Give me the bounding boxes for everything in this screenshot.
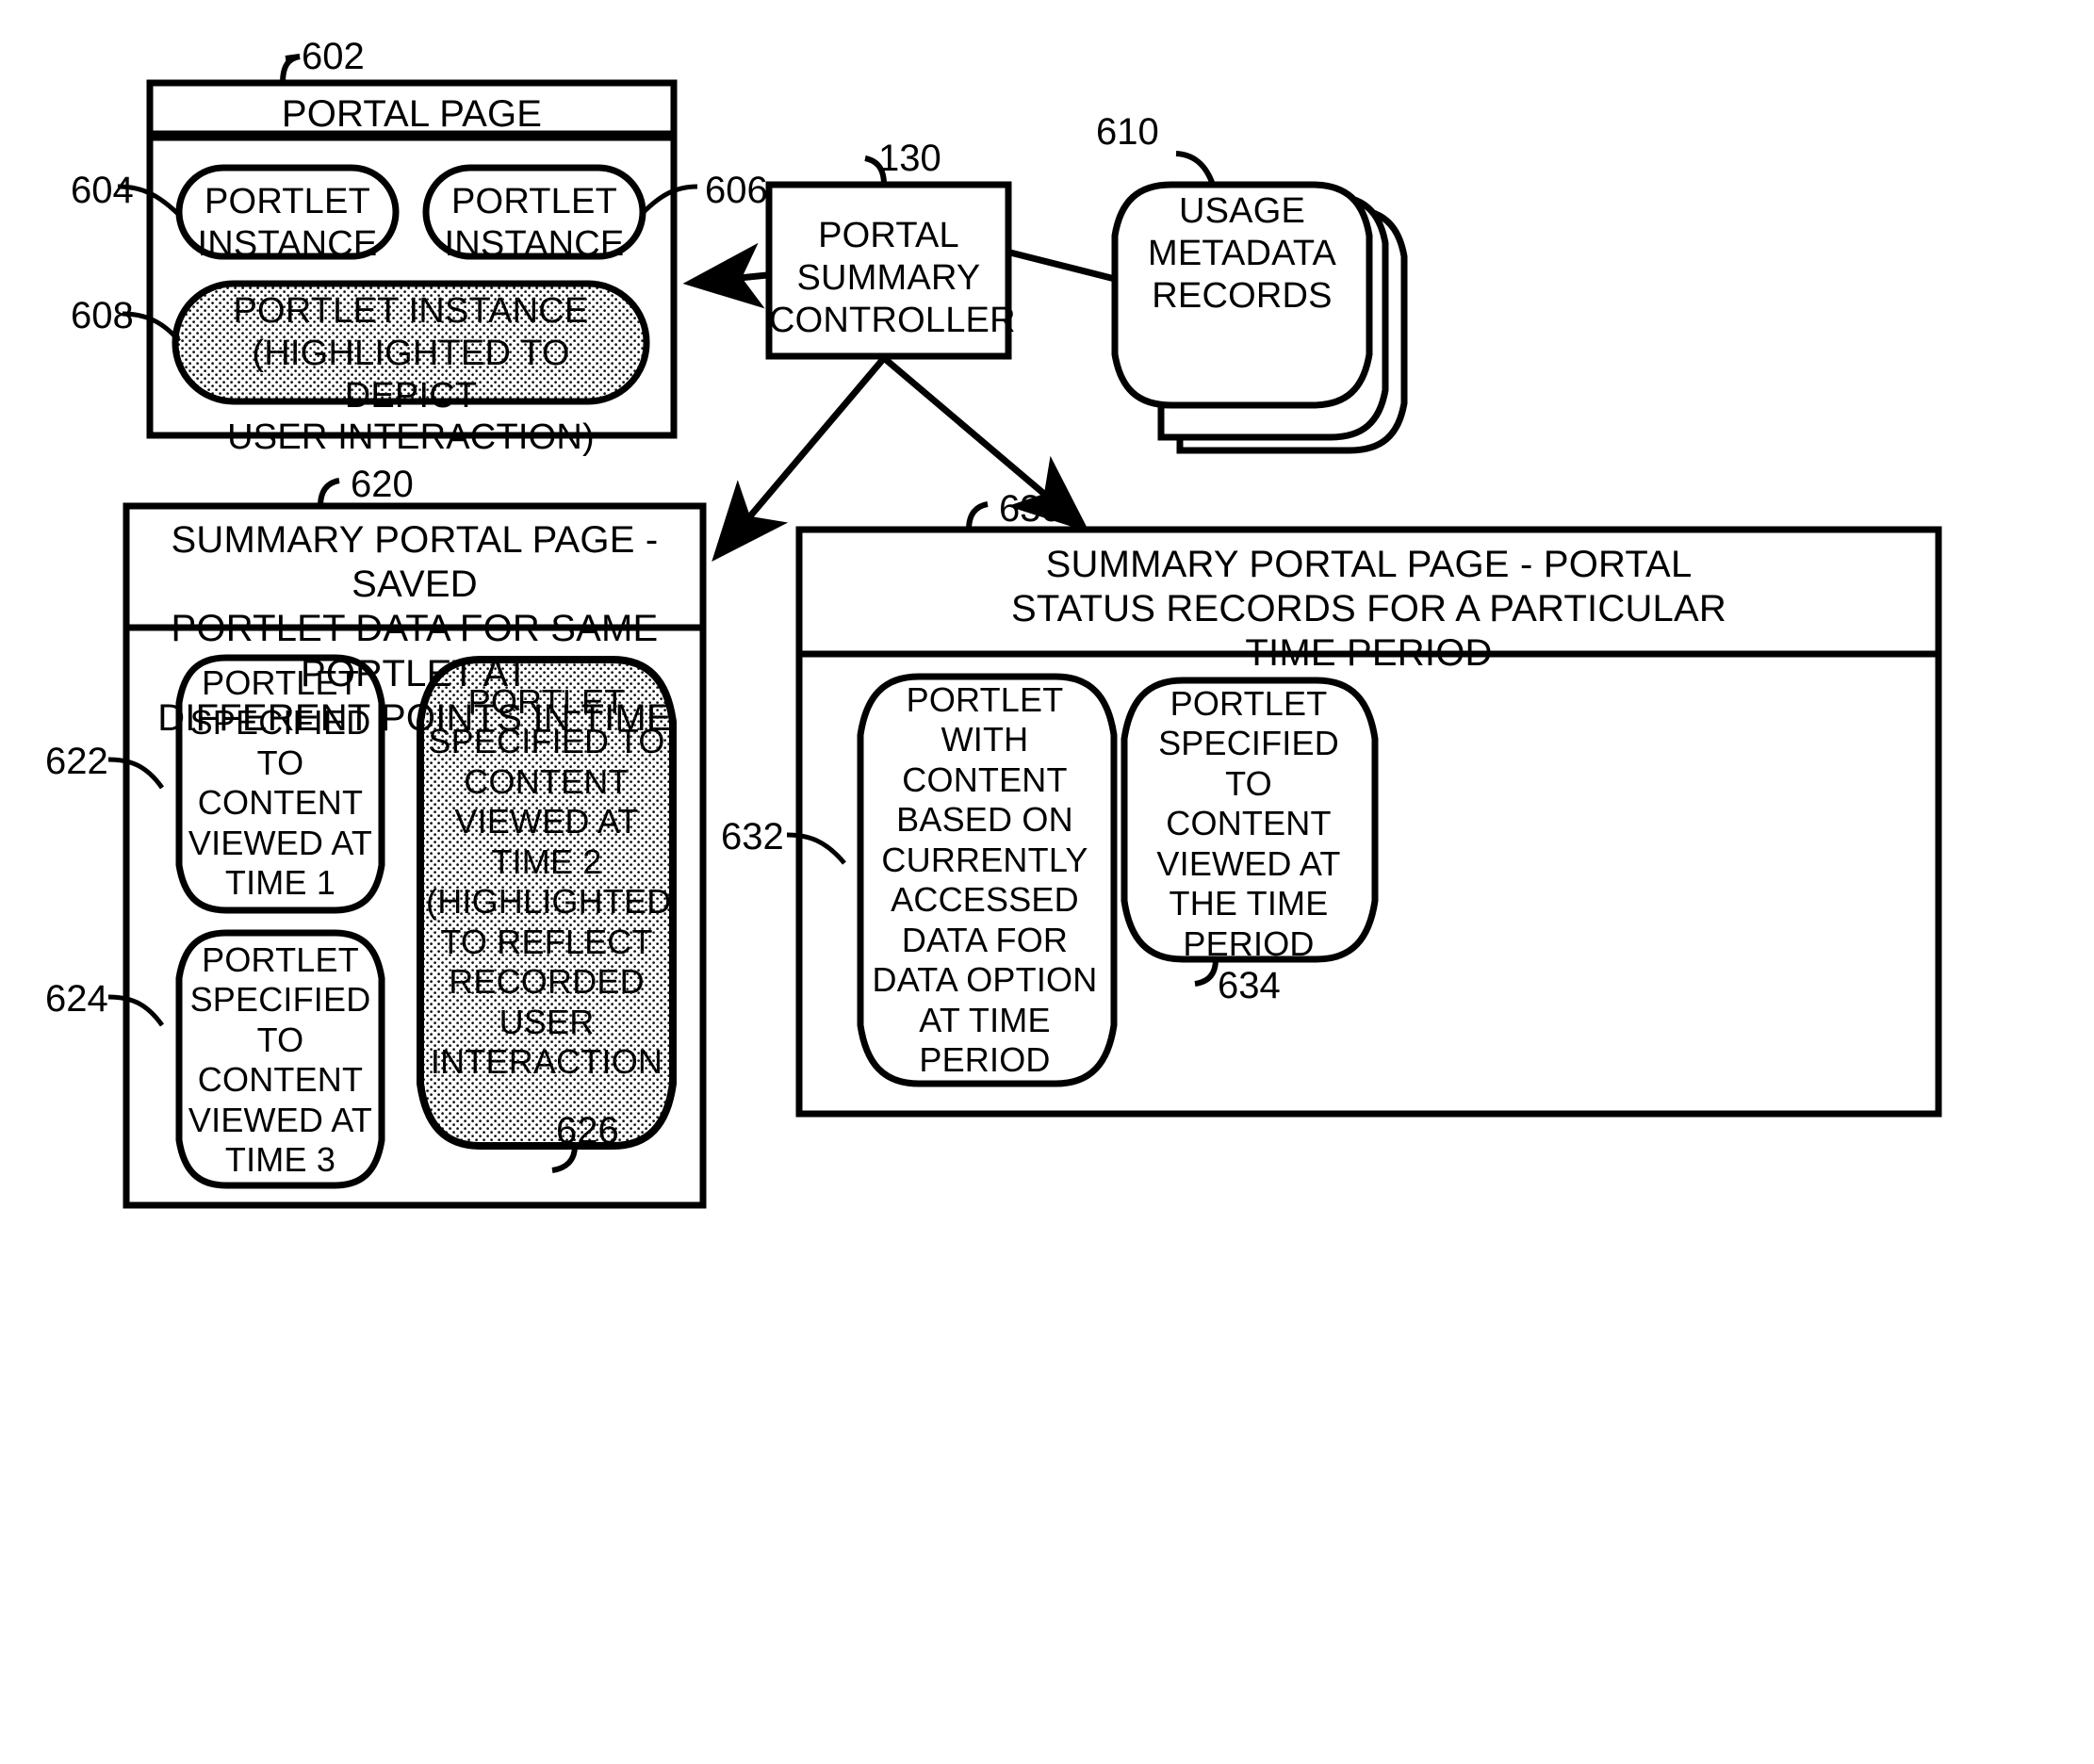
portlet-instance-608-highlighted[interactable]: PORTLET INSTANCE (HIGHLIGHTED TO DEPICT … [185,290,637,459]
ref-624: 624 [45,978,108,1020]
portlet-634[interactable]: PORTLET SPECIFIED TO CONTENT VIEWED AT T… [1131,684,1366,964]
portlet-instance-604[interactable]: PORTLET INSTANCE [179,181,396,266]
connector-controller-to-portal-page [682,242,768,309]
portlet-instance-606[interactable]: PORTLET INSTANCE [426,181,643,266]
summary-status-header: SUMMARY PORTAL PAGE - PORTAL STATUS RECO… [1011,544,1726,675]
portlet-622[interactable]: PORTLET SPECIFIED TO CONTENT VIEWED AT T… [179,663,382,904]
ref-620: 620 [351,464,414,505]
figure-canvas: 602 PORTAL PAGE 604 PORTLET INSTANCE 606… [0,0,2094,1764]
ref-622: 622 [45,741,108,782]
ref-604: 604 [71,170,134,211]
ref-610: 610 [1096,111,1159,153]
portal-page-header: PORTAL PAGE [281,93,543,135]
connector-metadata-to-controller [1009,249,1116,283]
ref-634: 634 [1218,965,1281,1006]
portlet-624[interactable]: PORTLET SPECIFIED TO CONTENT VIEWED AT T… [179,940,382,1181]
ref-130: 130 [878,138,941,179]
ref-632: 632 [721,816,784,858]
connector-controller-to-summary-saved [712,355,887,563]
usage-metadata-records[interactable]: USAGE METADATA RECORDS [1115,190,1369,317]
ref-602: 602 [302,36,365,77]
portal-summary-controller[interactable]: PORTAL SUMMARY CONTROLLER [769,215,1016,341]
ref-606: 606 [705,170,768,211]
ref-626: 626 [556,1110,619,1152]
portlet-632[interactable]: PORTLET WITH CONTENT BASED ON CURRENTLY … [867,680,1103,1081]
ref-608: 608 [71,295,134,336]
ref-630: 630 [999,488,1062,530]
portlet-626-highlighted[interactable]: PORTLET SPECIFIED TO CONTENT VIEWED AT T… [426,682,671,1083]
